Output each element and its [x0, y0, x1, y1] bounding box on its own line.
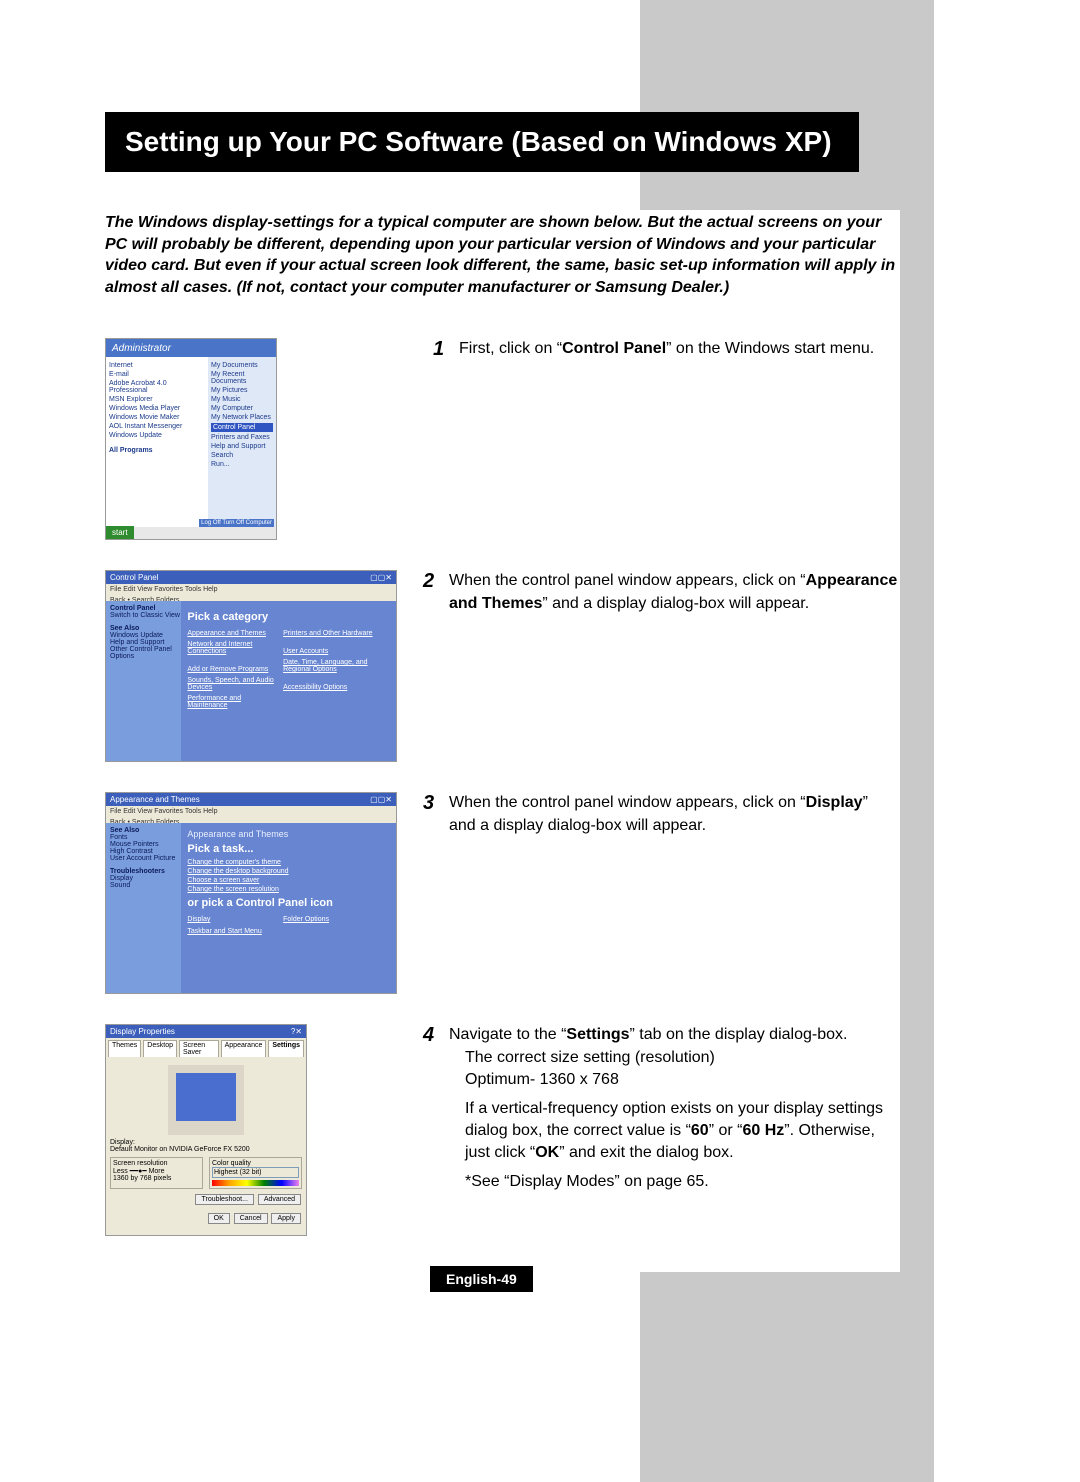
startmenu-item: Internet: [109, 362, 205, 369]
display-tabs: Themes Desktop Screen Saver Appearance S…: [106, 1038, 306, 1059]
page-title: Setting up Your PC Software (Based on Wi…: [105, 112, 859, 172]
intro-paragraph: The Windows display-settings for a typic…: [105, 212, 899, 298]
control-panel-screenshot: Control Panel ▢▢✕ File Edit View Favorite…: [105, 570, 397, 762]
window-buttons-icon: ?✕: [291, 1027, 302, 1036]
window-title: Display Properties: [110, 1027, 175, 1036]
startmenu-item: Windows Movie Maker: [109, 414, 205, 421]
startmenu-item: AOL Instant Messenger: [109, 423, 205, 430]
category-link: Printers and Other Hardware: [283, 630, 376, 637]
all-programs: All Programs: [109, 447, 205, 454]
startmenu-item: My Recent Documents: [211, 371, 273, 385]
ok-button: OK: [208, 1213, 230, 1224]
or-pick-heading: or pick a Control Panel icon: [187, 897, 390, 909]
pick-category-heading: Pick a category: [187, 611, 390, 623]
bottom-gray-decoration: [640, 1272, 900, 1482]
display-properties-screenshot: Display Properties ?✕ Themes Desktop Scre…: [105, 1024, 307, 1236]
start-button: start: [106, 526, 134, 539]
startmenu-item: E-mail: [109, 371, 205, 378]
startmenu-item: Search: [211, 452, 273, 459]
step-2-text: When the control panel window appears, c…: [449, 570, 899, 762]
troubleshoot-button: Troubleshoot...: [195, 1194, 253, 1205]
startmenu-item: Windows Update: [109, 432, 205, 439]
startmenu-item: My Pictures: [211, 387, 273, 394]
step-4-row: Display Properties ?✕ Themes Desktop Scre…: [105, 1024, 899, 1236]
page-number-badge: English-49: [430, 1266, 533, 1292]
cp-icon-link: Folder Options: [283, 916, 376, 923]
cp-main-panel: Pick a category Appearance and Themes Pr…: [181, 601, 396, 762]
section-heading: Appearance and Themes: [187, 829, 390, 839]
category-link: Performance and Maintenance: [187, 695, 280, 709]
step-1-row: Administrator Internet E-mail Adobe Acro…: [105, 338, 899, 540]
task-link: Choose a screen saver: [187, 877, 390, 884]
top-gray-decoration: [640, 0, 900, 210]
control-panel-highlight: Control Panel: [211, 423, 273, 432]
startmenu-item: My Computer: [211, 405, 273, 412]
step-2-number: 2: [423, 570, 449, 762]
step-3-text: When the control panel window appears, c…: [449, 792, 899, 994]
cp-side-panel: Control Panel Switch to Classic View See…: [106, 601, 189, 762]
task-link: Change the screen resolution: [187, 886, 390, 893]
startmenu-item: My Documents: [211, 362, 273, 369]
step-4-number: 4: [423, 1024, 449, 1236]
tab: Screen Saver: [179, 1040, 219, 1057]
display-label: Display:: [110, 1139, 302, 1146]
category-link: Sounds, Speech, and Audio Devices: [187, 677, 280, 691]
startmenu-item: Windows Media Player: [109, 405, 205, 412]
step-1-text: First, click on “Control Panel” on the W…: [459, 338, 874, 540]
startmenu-item: MSN Explorer: [109, 396, 205, 403]
step-1-number: 1: [433, 338, 459, 540]
startmenu-item: Printers and Faxes: [211, 434, 273, 441]
menu-bar: File Edit View Favorites Tools Help: [106, 806, 396, 817]
monitor-preview-icon: [168, 1065, 244, 1135]
window-title: Control Panel: [110, 573, 158, 582]
category-link: Appearance and Themes: [187, 630, 280, 637]
start-menu-right-column: My Documents My Recent Documents My Pict…: [208, 357, 276, 527]
window-title: Appearance and Themes: [110, 795, 200, 804]
display-value: Default Monitor on NVIDIA GeForce FX 520…: [110, 1146, 302, 1153]
start-menu-user: Administrator: [106, 339, 276, 358]
category-link: Accessibility Options: [283, 684, 376, 691]
cancel-button: Cancel: [234, 1213, 268, 1224]
color-quality-label: Color quality: [212, 1160, 299, 1167]
startmenu-item: My Network Places: [211, 414, 273, 421]
category-link: Network and Internet Connections: [187, 641, 280, 655]
step-3-row: Appearance and Themes ▢▢✕ File Edit View …: [105, 792, 899, 994]
category-link: User Accounts: [283, 648, 376, 655]
resolution-value: 1360 by 768 pixels: [113, 1175, 200, 1182]
tab: Desktop: [143, 1040, 177, 1057]
logoff: Log Off: [201, 520, 221, 526]
start-menu-screenshot: Administrator Internet E-mail Adobe Acro…: [105, 338, 277, 540]
task-link: Change the computer's theme: [187, 859, 390, 866]
turnoff: Turn Off Computer: [222, 520, 272, 526]
tab: Appearance: [221, 1040, 267, 1057]
startmenu-item: Adobe Acrobat 4.0 Professional: [109, 380, 205, 394]
screen-resolution-label: Screen resolution: [113, 1160, 200, 1167]
step-2-row: Control Panel ▢▢✕ File Edit View Favorite…: [105, 570, 899, 762]
tab-settings-active: Settings: [268, 1040, 304, 1057]
cp-icon-link: Taskbar and Start Menu: [187, 928, 280, 935]
side-gray-bar: [900, 0, 934, 1482]
window-buttons-icon: ▢▢✕: [370, 795, 392, 804]
startmenu-item: My Music: [211, 396, 273, 403]
apply-button: Apply: [271, 1213, 301, 1224]
startmenu-item: Run...: [211, 461, 273, 468]
step-4-text: Navigate to the “Settings” tab on the di…: [449, 1024, 899, 1236]
step-3-number: 3: [423, 792, 449, 994]
startmenu-item: Help and Support: [211, 443, 273, 450]
menu-bar: File Edit View Favorites Tools Help: [106, 584, 396, 595]
at-side-panel: See Also Fonts Mouse Pointers High Contr…: [106, 823, 189, 994]
task-link: Change the desktop background: [187, 868, 390, 875]
start-menu-left-column: Internet E-mail Adobe Acrobat 4.0 Profes…: [106, 357, 208, 527]
at-main-panel: Appearance and Themes Pick a task... Cha…: [181, 823, 396, 994]
window-buttons-icon: ▢▢✕: [370, 573, 392, 582]
appearance-themes-screenshot: Appearance and Themes ▢▢✕ File Edit View …: [105, 792, 397, 994]
cp-icon-link: Display: [187, 916, 280, 923]
tab: Themes: [108, 1040, 141, 1057]
advanced-button: Advanced: [258, 1194, 301, 1205]
pick-task-heading: Pick a task...: [187, 843, 390, 855]
color-quality-value: Highest (32 bit): [212, 1167, 299, 1178]
category-link: Date, Time, Language, and Regional Optio…: [283, 659, 376, 673]
category-link: Add or Remove Programs: [187, 666, 280, 673]
